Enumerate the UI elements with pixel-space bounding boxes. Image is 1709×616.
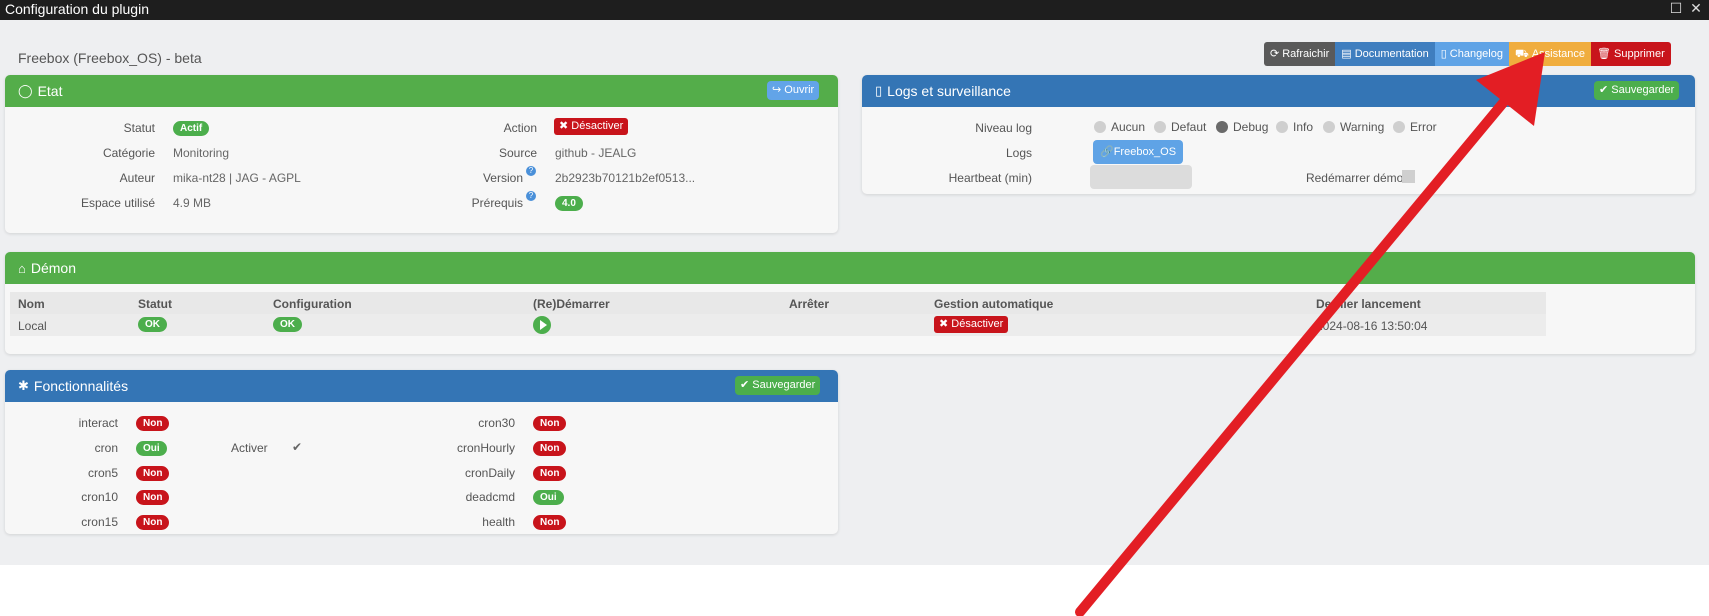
annotation-arrow [1075, 52, 1545, 616]
arrow-shaft [1075, 98, 1508, 616]
arrow-head [1476, 52, 1545, 126]
